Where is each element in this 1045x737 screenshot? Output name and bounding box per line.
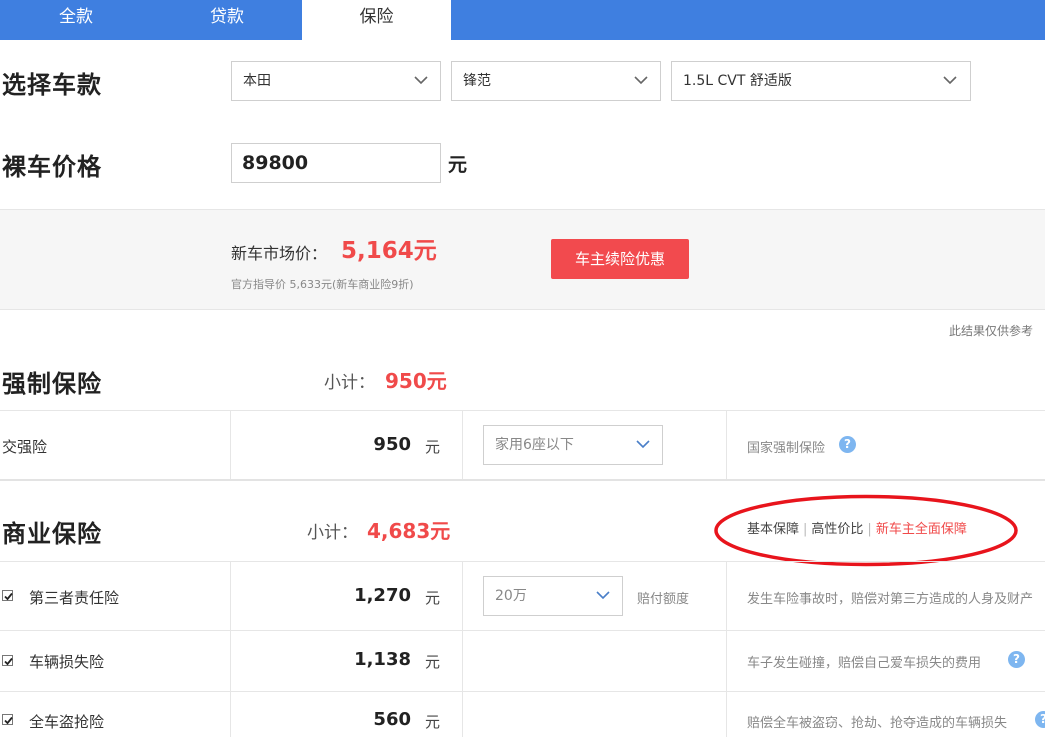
compulsory-subtotal-value: 950元 xyxy=(385,369,447,393)
compulsory-item-desc: 国家强制保险 xyxy=(747,441,826,456)
compulsory-insurance-title: 强制保险 xyxy=(2,370,102,398)
third-party-amount: 1,270 xyxy=(354,585,411,606)
theft-checkbox[interactable] xyxy=(2,714,13,725)
row-divider xyxy=(0,561,1045,562)
coverage-amount-select[interactable]: 20万 xyxy=(483,576,623,616)
seat-type-select[interactable]: 家用6座以下 xyxy=(483,425,663,465)
vehicle-damage-checkbox[interactable] xyxy=(2,655,13,666)
coverage-amount-value: 20万 xyxy=(495,588,527,604)
third-party-unit: 元 xyxy=(425,589,441,607)
model-select[interactable]: 锋范 xyxy=(451,61,661,101)
bare-price-title: 裸车价格 xyxy=(2,153,102,181)
column-divider xyxy=(230,561,231,737)
brand-select-value: 本田 xyxy=(243,73,271,89)
help-icon[interactable]: ? xyxy=(839,436,856,453)
compulsory-item-amount: 950 xyxy=(373,434,411,455)
help-icon[interactable]: ? xyxy=(1035,711,1045,728)
market-price-label: 新车市场价： xyxy=(231,244,328,263)
bare-price-unit: 元 xyxy=(448,154,468,176)
compulsory-item-unit: 元 xyxy=(425,438,441,456)
chevron-down-icon xyxy=(943,73,957,87)
theft-desc: 赔偿全车被盗窃、抢劫、抢夺造成的车辆损失 xyxy=(747,716,1008,731)
commercial-subtotal-label: 小计： xyxy=(307,523,358,543)
select-car-title: 选择车款 xyxy=(2,71,102,99)
coverage-amount-label: 赔付额度 xyxy=(637,592,690,607)
third-party-name: 第三者责任险 xyxy=(29,589,120,607)
row-divider xyxy=(0,410,1045,411)
third-party-checkbox[interactable] xyxy=(2,590,13,601)
column-divider xyxy=(726,410,727,479)
theft-amount: 560 xyxy=(373,709,411,730)
vehicle-damage-unit: 元 xyxy=(425,653,441,671)
seat-type-select-value: 家用6座以下 xyxy=(495,437,574,453)
chevron-down-icon xyxy=(634,73,648,87)
row-divider xyxy=(0,691,1045,692)
vehicle-damage-desc: 车子发生碰撞，赔偿自己爱车损失的费用 xyxy=(747,656,982,671)
renewal-discount-button[interactable]: 车主续险优惠 xyxy=(551,239,689,279)
third-party-desc: 发生车险事故时，赔偿对第三方造成的人身及财产 xyxy=(747,592,1034,607)
variant-select[interactable]: 1.5L CVT 舒适版 xyxy=(671,61,971,101)
chevron-down-icon xyxy=(596,588,610,602)
model-select-value: 锋范 xyxy=(463,73,491,89)
price-summary-panel xyxy=(0,209,1045,310)
disclaimer-note: 此结果仅供参考 xyxy=(949,324,1034,338)
commercial-subtotal-value: 4,683元 xyxy=(367,519,451,543)
section-divider xyxy=(0,479,1045,481)
help-icon[interactable]: ? xyxy=(1008,651,1025,668)
highlight-ellipse xyxy=(714,494,1018,567)
vehicle-damage-name: 车辆损失险 xyxy=(29,653,105,671)
tab-bar: 全款 贷款 保险 xyxy=(0,0,1045,40)
column-divider xyxy=(726,561,727,737)
tab-full-payment[interactable]: 全款 xyxy=(0,0,152,40)
column-divider xyxy=(462,561,463,737)
vehicle-damage-amount: 1,138 xyxy=(354,649,411,670)
bare-price-input[interactable] xyxy=(231,143,441,183)
tab-loan[interactable]: 贷款 xyxy=(152,0,302,40)
commercial-insurance-title: 商业保险 xyxy=(2,520,102,548)
guide-price-note: 官方指导价 5,633元(新车商业险9折) xyxy=(231,278,414,291)
column-divider xyxy=(230,410,231,479)
variant-select-value: 1.5L CVT 舒适版 xyxy=(683,73,792,89)
brand-select[interactable]: 本田 xyxy=(231,61,441,101)
theft-name: 全车盗抢险 xyxy=(29,713,105,731)
column-divider xyxy=(462,410,463,479)
compulsory-item-name: 交强险 xyxy=(2,438,48,456)
chevron-down-icon xyxy=(636,437,650,451)
compulsory-subtotal-label: 小计： xyxy=(324,373,375,393)
market-price-value: 5,164元 xyxy=(341,238,437,264)
theft-unit: 元 xyxy=(425,713,441,731)
row-divider xyxy=(0,630,1045,631)
tab-insurance[interactable]: 保险 xyxy=(302,0,451,40)
chevron-down-icon xyxy=(414,73,428,87)
